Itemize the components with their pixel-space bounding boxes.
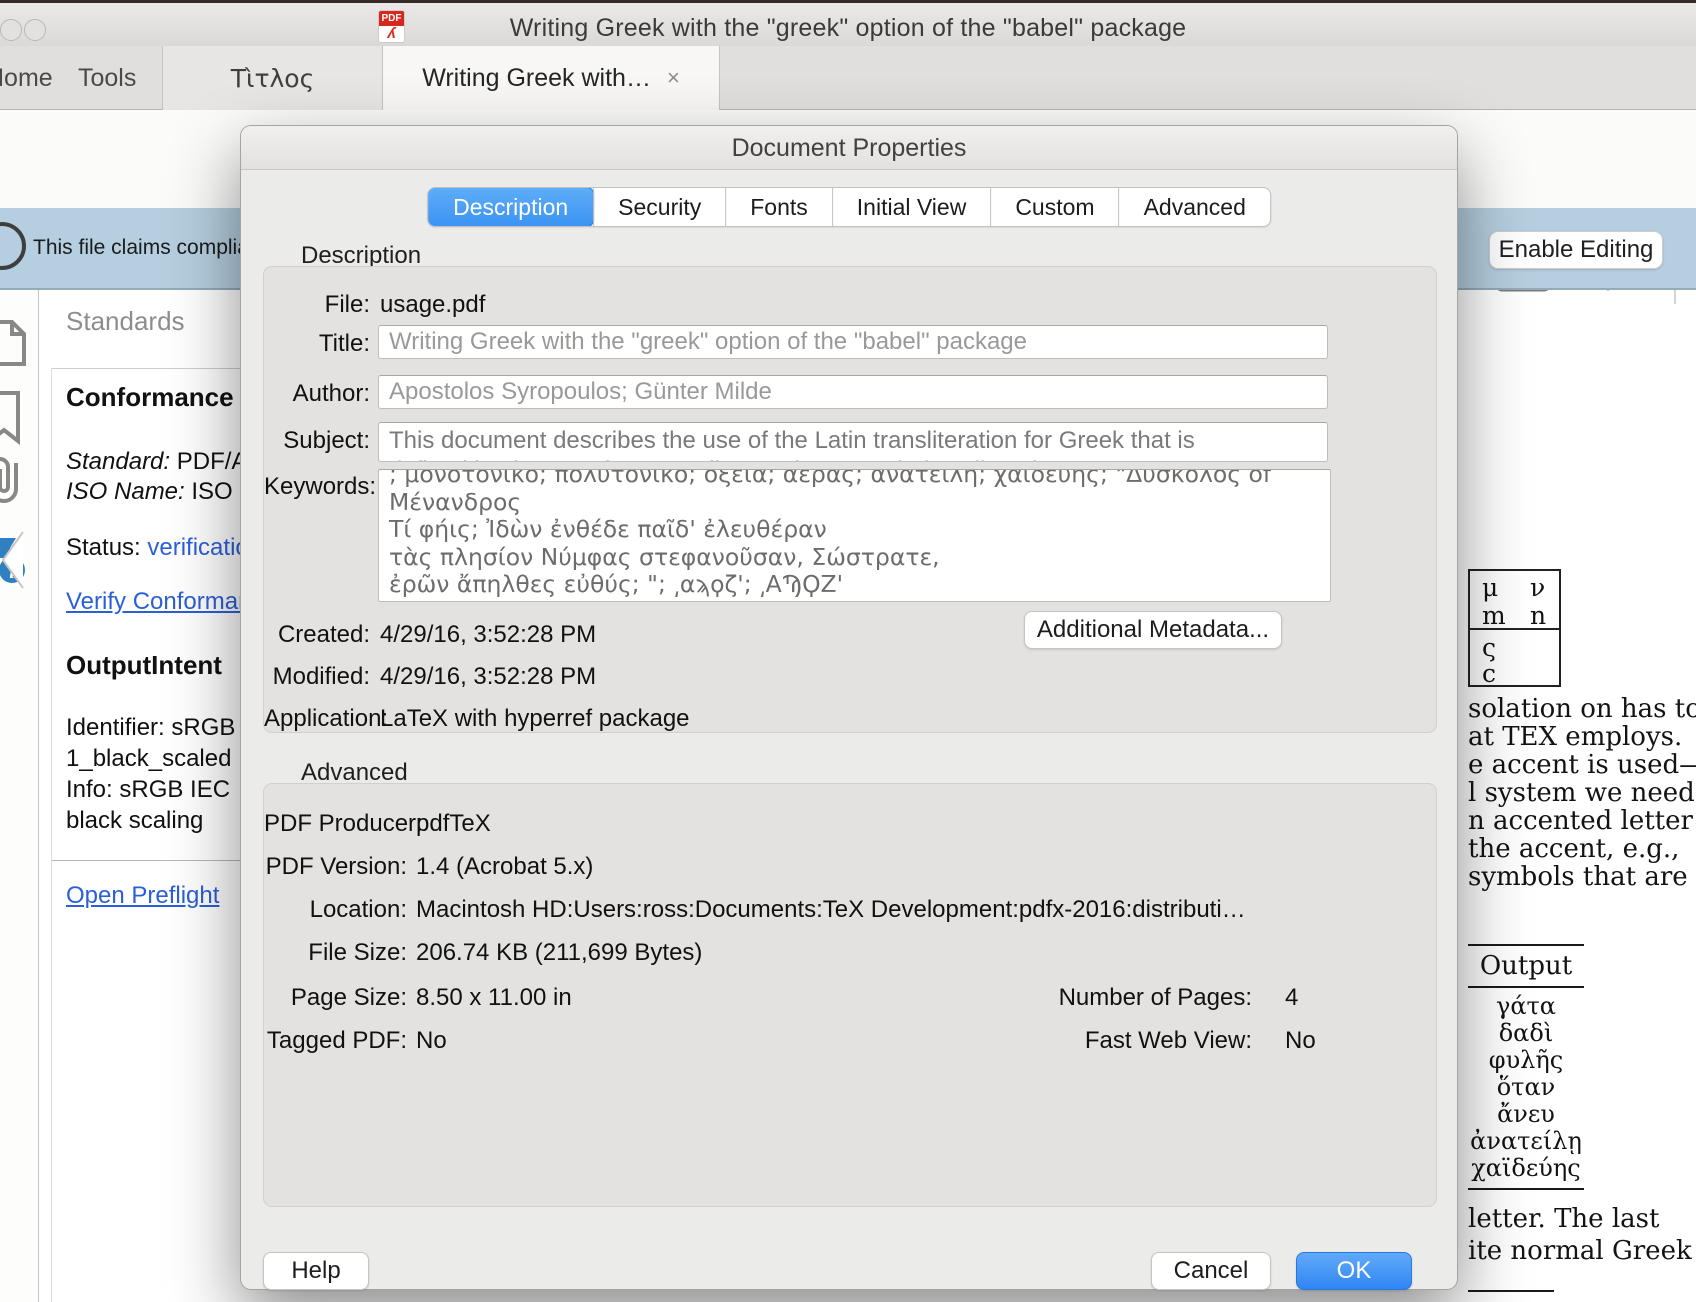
conformance-heading: Conformance [66,382,234,413]
page-text-line: symbols that are [1468,862,1696,892]
info-line-2: black scaling [66,807,203,835]
dialog-tab-strip: Description Security Fonts Initial View … [427,187,1271,227]
advanced-group: PDF Producer: pdfTeX PDF Version: 1.4 (A… [263,783,1437,1207]
output-row: ἀνατείλῃ [1468,1127,1584,1155]
help-button[interactable]: Help [263,1252,369,1290]
compliance-badge-icon [0,222,26,270]
tab-document-titlos[interactable]: Τὶτλος [162,46,383,110]
enable-editing-button[interactable]: Enable Editing [1489,231,1663,269]
fast-web-view-value: No [1285,1027,1316,1055]
pdf-version-value: 1.4 (Acrobat 5.x) [416,853,593,881]
identifier-line: Identifier: sRGB [66,714,235,742]
window-title: Writing Greek with the "greek" option of… [0,14,1696,43]
status-line: Status: verification [66,534,262,562]
dialog-title: Document Properties [241,126,1457,170]
attachments-icon[interactable] [0,455,30,507]
window-titlebar: PDF ʎ Writing Greek with the "greek" opt… [0,0,1696,46]
page-size-value: 8.50 x 11.00 in [416,984,572,1012]
location-value: Macintosh HD:Users:ross:Documents:TeX De… [416,896,1376,924]
navigation-sidebar: i [0,290,39,1302]
tab-fonts[interactable]: Fonts [725,188,832,226]
output-table-header: Output [1468,951,1584,981]
page-thumbnails-icon[interactable] [0,318,30,368]
page-text-line: at TEX employs. [1468,722,1696,752]
tab-initial-view[interactable]: Initial View [832,188,991,226]
tab-bar: Home Tools Τὶτλος Writing Greek with… × [0,46,1696,110]
page-text-line: the accent, e.g., [1468,834,1696,864]
tab-close-icon[interactable]: × [667,65,680,91]
open-preflight-link[interactable]: Open Preflight [66,882,219,910]
tagged-pdf-value: No [416,1027,447,1055]
page-text-line: e accent is used— [1468,750,1696,780]
output-row: ἄνευ [1468,1100,1584,1128]
pdf-producer-value: pdfTeX [416,810,491,838]
tab-tools[interactable]: Tools [78,64,136,93]
title-input[interactable]: Writing Greek with the "greek" option of… [378,325,1328,359]
iso-name-line: ISO Name: ISO [66,478,233,506]
document-properties-dialog: Document Properties Description Security… [240,125,1458,1290]
modified-value: 4/29/16, 3:52:28 PM [380,663,596,691]
subject-input[interactable]: This document describes the use of the L… [378,422,1328,462]
tab-home[interactable]: Home [0,64,53,93]
file-size-value: 206.74 KB (211,699 Bytes) [416,939,702,967]
standards-panel-title: Standards [66,306,185,337]
bookmarks-icon[interactable] [0,390,26,444]
page-text-line: solation on has to [1468,694,1696,724]
tab-custom[interactable]: Custom [990,188,1118,226]
output-row: φυλῆς [1468,1046,1584,1074]
cancel-button[interactable]: Cancel [1151,1252,1271,1290]
author-input[interactable]: Apostolos Syropoulos; Günter Milde [378,375,1328,409]
output-row: χαϊδεύης [1468,1154,1584,1182]
outputintent-heading: OutputIntent [66,650,222,681]
application-value: LaTeX with hyperref package [380,705,690,733]
standard-line: Standard: PDF/A [66,448,247,476]
page-text-line: l system we need [1468,778,1696,808]
identifier-line-2: 1_black_scaled [66,745,231,773]
tab-description[interactable]: Description [427,187,594,227]
page-text-line: n accented letter [1468,806,1696,836]
file-name-value: usage.pdf [380,291,485,319]
output-row: δαδὶ [1468,1019,1584,1047]
output-row: ὅταν [1468,1073,1584,1101]
output-row: γάτα [1468,992,1584,1020]
created-value: 4/29/16, 3:52:28 PM [380,621,596,649]
panel-notch [0,530,25,595]
info-line: Info: sRGB IEC [66,776,230,804]
ok-button[interactable]: OK [1296,1252,1412,1290]
tab-advanced[interactable]: Advanced [1119,188,1270,226]
tab-security[interactable]: Security [593,188,725,226]
number-of-pages-value: 4 [1285,984,1298,1012]
description-group: File: usage.pdf Title: Writing Greek wit… [263,266,1437,733]
page-text-line: letter. The last [1468,1204,1696,1234]
page-text-line: ite normal Greek [1468,1236,1696,1266]
tab-document-active[interactable]: Writing Greek with… × [383,46,720,110]
keywords-input[interactable]: ; μονοτονικο; πολυτονικο; οξεια; αερας; … [378,469,1331,602]
additional-metadata-button[interactable]: Additional Metadata... [1024,611,1282,649]
